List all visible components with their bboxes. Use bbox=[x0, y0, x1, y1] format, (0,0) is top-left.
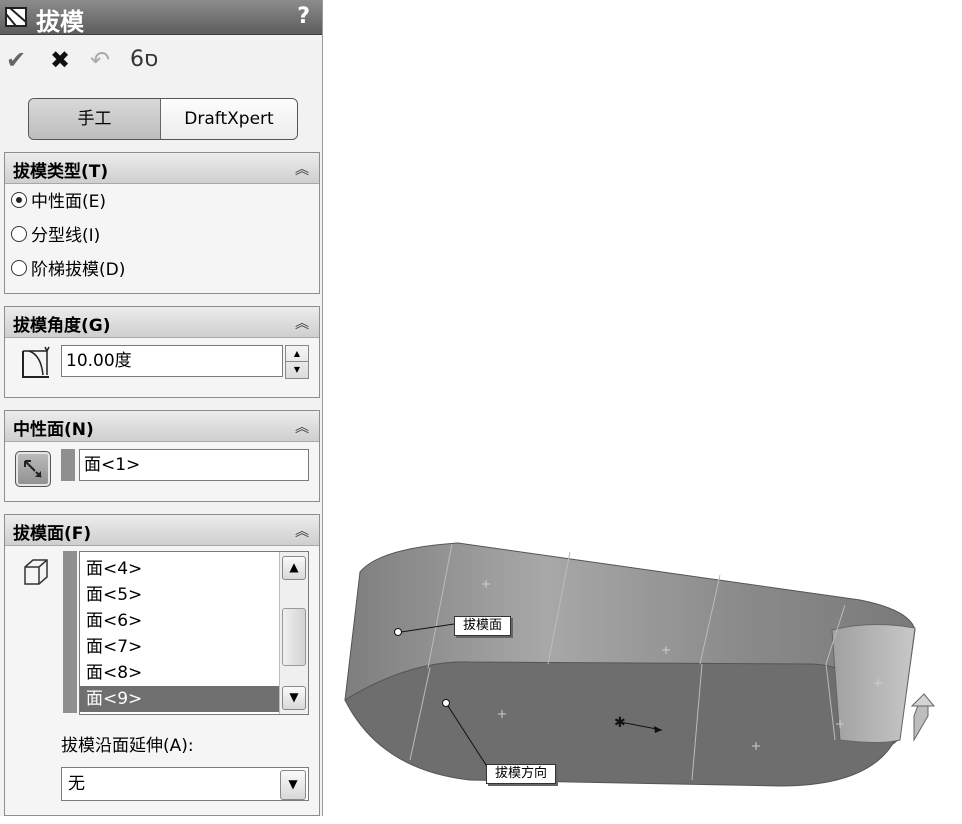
action-bar: ✔ ✖ ↶ 6ס bbox=[6, 44, 206, 76]
face-icon bbox=[24, 559, 48, 585]
radio-icon[interactable] bbox=[11, 260, 27, 276]
radio-label: 中性面(E) bbox=[31, 192, 107, 212]
collapse-icon[interactable]: ︽ bbox=[295, 521, 309, 541]
draft-angle-header[interactable]: 拔模角度(G) ︽ bbox=[5, 307, 319, 338]
draft-type-group: 拔模类型(T) ︽ 中性面(E) 分型线(I) 阶梯拔模(D) bbox=[4, 152, 320, 294]
faces-to-draft-header[interactable]: 拔模面(F) ︽ bbox=[5, 515, 319, 546]
radio-icon[interactable] bbox=[11, 226, 27, 242]
draft-faces-callout[interactable]: 拔模面 bbox=[454, 616, 512, 636]
property-manager: 拔模 ? ✔ ✖ ↶ 6ס 手工 DraftXpert 拔模类型(T) ︽ 中性… bbox=[0, 0, 323, 816]
list-item[interactable]: 面<7> bbox=[80, 634, 290, 660]
mode-toggle: 手工 DraftXpert bbox=[28, 98, 298, 140]
neutral-plane-group: 中性面(N) ︽ 面<1> bbox=[4, 410, 320, 502]
draft-model[interactable]: ✱ bbox=[344, 542, 916, 787]
draft-direction-callout[interactable]: 拔模方向 bbox=[486, 764, 557, 784]
callout-anchor bbox=[442, 699, 450, 707]
faces-to-draft-title: 拔模面(F) bbox=[13, 524, 92, 544]
radio-neutral-plane[interactable]: 中性面(E) bbox=[11, 187, 106, 217]
radio-checked-icon[interactable] bbox=[11, 192, 27, 208]
angle-spinner[interactable]: ▲ ▼ bbox=[285, 345, 309, 379]
close-icon[interactable]: ✖ bbox=[50, 44, 70, 76]
checkmark-icon[interactable]: ✔ bbox=[6, 44, 26, 76]
scroll-thumb[interactable] bbox=[282, 608, 306, 666]
spin-down-icon[interactable]: ▼ bbox=[286, 362, 308, 377]
title-bar: 拔模 ? bbox=[0, 0, 322, 36]
neutral-plane-header[interactable]: 中性面(N) ︽ bbox=[5, 411, 319, 442]
angle-icon bbox=[22, 346, 50, 378]
draft-type-title: 拔模类型(T) bbox=[13, 162, 109, 182]
list-item[interactable]: 面<6> bbox=[80, 608, 290, 634]
manual-mode-button[interactable]: 手工 bbox=[29, 99, 161, 139]
propagation-value: 无 bbox=[68, 774, 85, 794]
list-item[interactable]: 面<5> bbox=[80, 582, 290, 608]
faces-list[interactable]: 面<4> 面<5> 面<6> 面<7> 面<8> 面<9> ▲ ▼ bbox=[79, 551, 309, 715]
callout-anchor bbox=[394, 628, 402, 636]
draft-angle-input[interactable]: 10.00度 bbox=[61, 345, 283, 377]
selection-color-bar bbox=[63, 551, 77, 713]
draft-feature-icon bbox=[5, 7, 27, 27]
draftxpert-mode-button[interactable]: DraftXpert bbox=[161, 99, 297, 139]
selection-color-bar bbox=[61, 449, 75, 481]
list-item[interactable]: 面<4> bbox=[80, 556, 290, 582]
propagation-select[interactable]: 无 ▼ bbox=[61, 767, 309, 801]
neutral-plane-field[interactable]: 面<1> bbox=[79, 449, 309, 481]
radio-parting-line[interactable]: 分型线(I) bbox=[11, 221, 100, 251]
radio-label: 分型线(I) bbox=[31, 226, 101, 246]
faces-to-draft-group: 拔模面(F) ︽ 面<4> 面<5> 面<6> 面<7> 面<8> 面<9> ▲… bbox=[4, 514, 320, 816]
reverse-direction-icon bbox=[24, 460, 42, 478]
graphics-viewport[interactable]: ✱ bbox=[322, 0, 962, 824]
list-item[interactable]: 面<8> bbox=[80, 660, 290, 686]
spin-up-icon[interactable]: ▲ bbox=[286, 346, 308, 362]
collapse-icon[interactable]: ︽ bbox=[295, 417, 309, 437]
scroll-down-icon[interactable]: ▼ bbox=[282, 686, 306, 710]
collapse-icon[interactable]: ︽ bbox=[295, 159, 309, 179]
help-icon[interactable]: ? bbox=[297, 4, 310, 29]
draft-angle-group: 拔模角度(G) ︽ 10.00度 ▲ ▼ bbox=[4, 306, 320, 398]
draft-direction-arrow-icon[interactable] bbox=[910, 693, 936, 742]
undo-icon[interactable]: ↶ bbox=[90, 44, 110, 76]
list-item-selected[interactable]: 面<9> bbox=[80, 686, 290, 712]
glasses-icon[interactable]: 6ס bbox=[130, 44, 158, 76]
list-scrollbar[interactable]: ▲ ▼ bbox=[279, 552, 308, 714]
collapse-icon[interactable]: ︽ bbox=[295, 313, 309, 333]
propagation-label: 拔模沿面延伸(A): bbox=[61, 736, 194, 756]
chevron-down-icon[interactable]: ▼ bbox=[280, 770, 306, 800]
panel-title: 拔模 bbox=[36, 8, 84, 36]
neutral-plane-title: 中性面(N) bbox=[13, 420, 94, 440]
draft-type-header[interactable]: 拔模类型(T) ︽ bbox=[5, 153, 319, 184]
scroll-up-icon[interactable]: ▲ bbox=[282, 556, 306, 580]
radio-step-draft[interactable]: 阶梯拔模(D) bbox=[11, 255, 125, 285]
reverse-direction-button[interactable] bbox=[15, 451, 51, 487]
draft-angle-title: 拔模角度(G) bbox=[13, 316, 111, 336]
svg-text:✱: ✱ bbox=[614, 715, 626, 731]
radio-label: 阶梯拔模(D) bbox=[31, 260, 126, 280]
